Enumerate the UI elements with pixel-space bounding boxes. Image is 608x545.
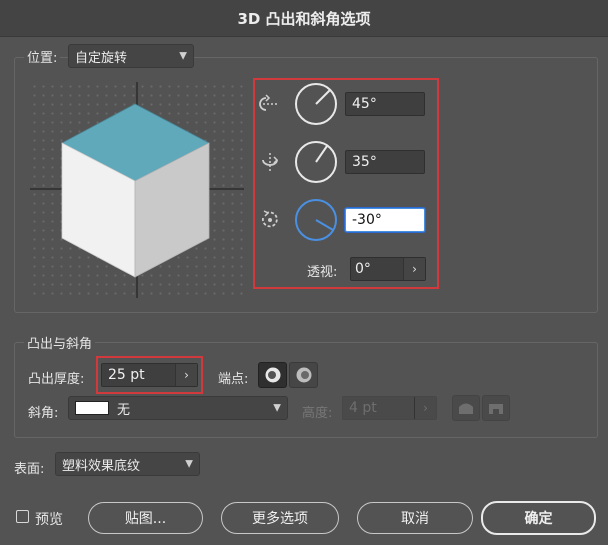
- rotate-z-axis-icon: [262, 210, 278, 228]
- position-preset-dropdown[interactable]: 自定旋转 ▼: [68, 44, 194, 68]
- bevel-inward-icon: [489, 404, 503, 414]
- cube-preview[interactable]: [30, 82, 244, 298]
- surface-dropdown[interactable]: 塑料效果底纹 ▼: [55, 452, 200, 476]
- extrude-depth-input[interactable]: 25 pt ›: [101, 363, 198, 387]
- more-options-button[interactable]: 更多选项: [221, 502, 339, 534]
- surface-label: 表面:: [14, 462, 45, 477]
- perspective-value: 0°: [355, 261, 371, 277]
- cap-off-button[interactable]: [289, 362, 318, 388]
- rotate-z-dial[interactable]: [293, 197, 339, 243]
- cube-preview-track[interactable]: [30, 82, 244, 298]
- rotate-x-dial[interactable]: [293, 81, 339, 127]
- extrude-depth-slider-button[interactable]: ›: [175, 364, 197, 386]
- dialog-title: 3D 凸出和斜角选项: [237, 9, 371, 28]
- cap-on-button[interactable]: [258, 362, 287, 388]
- rotate-y-input[interactable]: 35°: [345, 150, 425, 174]
- perspective-slider-button[interactable]: ›: [403, 258, 425, 280]
- chevron-down-icon: ▼: [179, 50, 187, 62]
- cap-label: 端点:: [218, 372, 249, 387]
- height-label: 高度:: [302, 406, 333, 421]
- extrude-depth-label: 凸出厚度:: [28, 372, 85, 387]
- rotate-z-input[interactable]: -30°: [345, 208, 425, 232]
- extrude-section-title: 凸出与斜角: [24, 333, 96, 352]
- chevron-down-icon: ▼: [185, 458, 193, 470]
- height-input: 4 pt ›: [342, 396, 437, 420]
- chevron-right-icon: ›: [184, 368, 189, 382]
- cancel-button[interactable]: 取消: [357, 502, 473, 534]
- chevron-right-icon: ›: [412, 262, 417, 276]
- perspective-label: 透视:: [307, 265, 338, 280]
- preview-label: 预览: [35, 512, 63, 528]
- extrude-depth-value: 25 pt: [108, 367, 145, 383]
- chevron-right-icon: ›: [423, 401, 428, 415]
- bevel-inward-button: [482, 395, 510, 421]
- position-preset-value: 自定旋转: [75, 50, 128, 66]
- cap-on-icon: [265, 367, 280, 383]
- rotate-x-input[interactable]: 45°: [345, 92, 425, 116]
- dialog-title-bar: 3D 凸出和斜角选项: [0, 0, 608, 37]
- bevel-preview-swatch: [75, 401, 109, 415]
- rotate-y-dial[interactable]: [293, 139, 339, 185]
- bevel-outward-icon: [459, 403, 473, 414]
- bevel-label: 斜角:: [28, 406, 59, 421]
- map-button[interactable]: 贴图...: [88, 502, 203, 534]
- chevron-down-icon: ▼: [273, 402, 281, 414]
- cap-off-icon: [296, 367, 311, 383]
- height-value: 4 pt: [349, 400, 377, 416]
- rotate-x-axis-icon: [259, 94, 277, 111]
- preview-checkbox[interactable]: [16, 510, 29, 523]
- ok-button[interactable]: 确定: [481, 501, 596, 535]
- position-label: 位置:: [24, 47, 61, 66]
- rotate-y-axis-icon: [262, 153, 279, 171]
- surface-value: 塑料效果底纹: [62, 458, 141, 474]
- bevel-outward-button: [452, 395, 480, 421]
- bevel-dropdown[interactable]: 无 ▼: [68, 396, 288, 420]
- bevel-value: 无: [117, 402, 131, 418]
- height-slider-button: ›: [414, 397, 436, 419]
- perspective-input[interactable]: 0° ›: [350, 257, 426, 281]
